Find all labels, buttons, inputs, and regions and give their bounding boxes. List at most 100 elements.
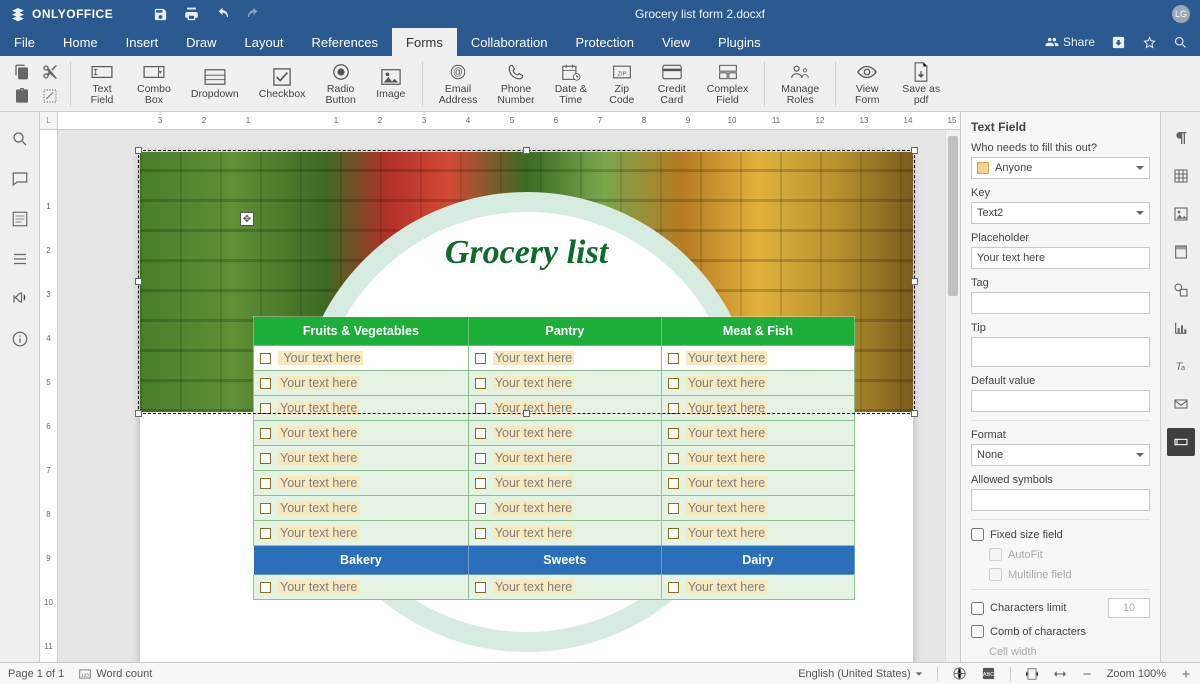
document-area[interactable]: L 3211234567891011121314151617 123456789… bbox=[40, 112, 960, 662]
menu-protection[interactable]: Protection bbox=[561, 28, 648, 56]
vertical-scrollbar[interactable] bbox=[945, 130, 960, 662]
text-field-button[interactable]: Text Field bbox=[77, 59, 127, 109]
checkbox-field[interactable] bbox=[475, 503, 486, 514]
save-as-pdf-button[interactable]: Save as pdf bbox=[892, 59, 950, 109]
zip-button[interactable]: ZIPZip Code bbox=[597, 59, 647, 109]
combo-box-button[interactable]: Combo Box bbox=[127, 59, 181, 109]
table-cell[interactable]: Your text here bbox=[661, 346, 854, 371]
credit-card-button[interactable]: Credit Card bbox=[647, 59, 697, 109]
table-cell[interactable]: Your text here bbox=[254, 575, 469, 600]
tab-mailmerge-icon[interactable] bbox=[1167, 390, 1195, 418]
view-form-button[interactable]: View Form bbox=[842, 59, 892, 109]
checkbox-field[interactable] bbox=[668, 478, 679, 489]
fixed-size-checkbox[interactable]: Fixed size field bbox=[971, 528, 1150, 541]
image-button[interactable]: Image bbox=[366, 59, 416, 109]
comments-icon[interactable] bbox=[11, 170, 29, 188]
text-field-placeholder[interactable]: Your text here bbox=[686, 376, 767, 390]
text-field-placeholder[interactable]: Your text here bbox=[493, 501, 574, 515]
fit-page-icon[interactable] bbox=[1025, 667, 1039, 681]
zoom-out-icon[interactable] bbox=[1081, 668, 1093, 680]
favorite-icon[interactable] bbox=[1142, 35, 1157, 50]
checkbox-button[interactable]: Checkbox bbox=[249, 59, 316, 109]
checkbox-field[interactable] bbox=[668, 403, 679, 414]
track-changes-icon[interactable]: ABC bbox=[981, 666, 996, 681]
headings-icon[interactable] bbox=[11, 210, 29, 228]
table-cell[interactable]: Your text here bbox=[661, 421, 854, 446]
fit-width-icon[interactable] bbox=[1053, 667, 1067, 681]
checkbox-field[interactable] bbox=[260, 528, 271, 539]
checkbox-field[interactable] bbox=[260, 478, 271, 489]
checkbox-field[interactable] bbox=[475, 428, 486, 439]
language-selector[interactable]: English (United States) bbox=[798, 668, 923, 680]
tab-form-settings-icon[interactable] bbox=[1167, 428, 1195, 456]
table-cell[interactable]: Your text here bbox=[661, 521, 854, 546]
text-field-placeholder[interactable]: Your text here bbox=[686, 526, 767, 540]
format-select[interactable] bbox=[971, 444, 1150, 466]
checkbox-field[interactable] bbox=[668, 378, 679, 389]
checkbox-field[interactable] bbox=[260, 378, 271, 389]
table-cell[interactable]: Your text here bbox=[254, 421, 469, 446]
print-icon[interactable] bbox=[184, 7, 199, 22]
checkbox-field[interactable] bbox=[668, 528, 679, 539]
table-cell[interactable]: Your text here bbox=[468, 421, 661, 446]
table-cell[interactable]: Your text here bbox=[661, 396, 854, 421]
tip-input[interactable] bbox=[971, 337, 1150, 367]
checkbox-field[interactable] bbox=[475, 403, 486, 414]
who-select[interactable]: Anyone bbox=[971, 157, 1150, 179]
table-cell[interactable]: Your text here bbox=[254, 496, 469, 521]
text-field-placeholder[interactable]: Your text here bbox=[686, 451, 767, 465]
word-count[interactable]: 123Word count bbox=[78, 667, 152, 681]
text-field-placeholder[interactable]: Your text here bbox=[493, 401, 574, 415]
save-icon[interactable] bbox=[153, 7, 168, 22]
text-field-placeholder[interactable]: Your text here bbox=[493, 526, 574, 540]
tab-shape-icon[interactable] bbox=[1167, 276, 1195, 304]
text-field-placeholder[interactable]: Your text here bbox=[686, 426, 767, 440]
table-cell[interactable]: Your text here bbox=[254, 346, 469, 371]
page-indicator[interactable]: Page 1 of 1 bbox=[8, 668, 64, 680]
checkbox-field[interactable] bbox=[668, 453, 679, 464]
tab-paragraph-icon[interactable] bbox=[1167, 124, 1195, 152]
checkbox-field[interactable] bbox=[260, 503, 271, 514]
menu-insert[interactable]: Insert bbox=[112, 28, 173, 56]
menu-draw[interactable]: Draw bbox=[172, 28, 230, 56]
text-field-placeholder[interactable]: Your text here bbox=[493, 580, 574, 594]
user-avatar[interactable]: LG bbox=[1172, 5, 1190, 23]
about-icon[interactable] bbox=[11, 330, 29, 348]
allowed-input[interactable] bbox=[971, 489, 1150, 511]
table-cell[interactable]: Your text here bbox=[468, 371, 661, 396]
chars-limit-checkbox[interactable]: Characters limit bbox=[971, 602, 1066, 615]
tab-textart-icon[interactable]: Ta bbox=[1167, 352, 1195, 380]
search-icon[interactable] bbox=[1173, 35, 1188, 50]
tab-table-icon[interactable] bbox=[1167, 162, 1195, 190]
share-button[interactable]: Share bbox=[1045, 35, 1095, 49]
table-cell[interactable]: Your text here bbox=[468, 446, 661, 471]
open-location-icon[interactable] bbox=[1111, 35, 1126, 50]
text-field-placeholder[interactable]: Your text here bbox=[686, 401, 767, 415]
complex-field-button[interactable]: Complex Field bbox=[697, 59, 758, 109]
text-field-placeholder[interactable]: Your text here bbox=[278, 351, 363, 365]
text-field-placeholder[interactable]: Your text here bbox=[686, 351, 767, 365]
text-field-placeholder[interactable]: Your text here bbox=[493, 376, 574, 390]
table-cell[interactable]: Your text here bbox=[468, 346, 661, 371]
vertical-ruler[interactable]: 123456789101112 bbox=[40, 130, 58, 662]
checkbox-field[interactable] bbox=[260, 403, 271, 414]
text-field-placeholder[interactable]: Your text here bbox=[278, 526, 359, 540]
find-icon[interactable] bbox=[11, 130, 29, 148]
table-cell[interactable]: Your text here bbox=[468, 496, 661, 521]
table-cell[interactable]: Your text here bbox=[661, 496, 854, 521]
checkbox-field[interactable] bbox=[668, 503, 679, 514]
text-field-placeholder[interactable]: Your text here bbox=[278, 376, 359, 390]
tab-image-icon[interactable] bbox=[1167, 200, 1195, 228]
radio-button[interactable]: Radio Button bbox=[315, 59, 365, 109]
checkbox-field[interactable] bbox=[668, 582, 679, 593]
text-field-placeholder[interactable]: Your text here bbox=[493, 476, 574, 490]
text-field-placeholder[interactable]: Your text here bbox=[278, 476, 359, 490]
undo-icon[interactable] bbox=[215, 7, 230, 22]
table-cell[interactable]: Your text here bbox=[254, 396, 469, 421]
table-cell[interactable]: Your text here bbox=[254, 471, 469, 496]
table-cell[interactable]: Your text here bbox=[468, 521, 661, 546]
checkbox-field[interactable] bbox=[475, 453, 486, 464]
table-cell[interactable]: Your text here bbox=[661, 446, 854, 471]
text-field-placeholder[interactable]: Your text here bbox=[686, 580, 767, 594]
email-button[interactable]: @Email Address bbox=[429, 59, 488, 109]
